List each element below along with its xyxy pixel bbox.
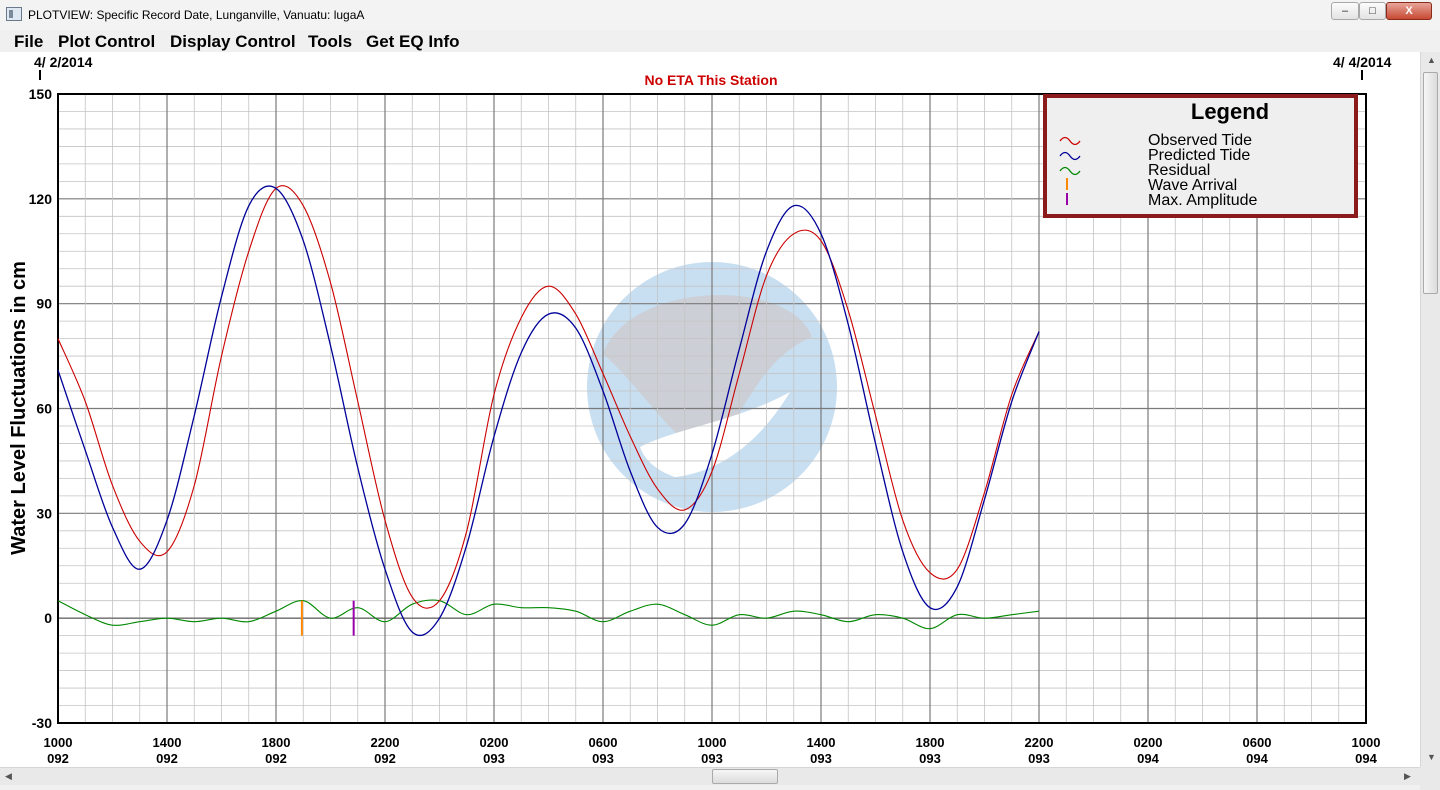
x-tick-time-label: 1400: [807, 735, 836, 750]
scroll-up-arrow-icon[interactable]: ▲: [1427, 55, 1436, 65]
y-axis-label: Water Level Fluctuations in cm: [8, 261, 30, 555]
x-tick-time-label: 2200: [1025, 735, 1054, 750]
menu-tools[interactable]: Tools: [308, 32, 352, 52]
x-tick-day-label: 093: [483, 751, 505, 766]
y-tick-label: 150: [29, 86, 53, 102]
x-axis-ticks: 1000092140009218000922200092020009306000…: [44, 735, 1381, 766]
x-tick-day-label: 094: [1246, 751, 1268, 766]
x-tick-day-label: 093: [810, 751, 832, 766]
y-axis-ticks: 150 120 90 60 30 0 -30: [29, 86, 53, 731]
x-tick-day-label: 094: [1137, 751, 1159, 766]
water-level-chart: 1501209060300-30 10000921400092180009222…: [8, 54, 1392, 766]
x-tick-time-label: 1400: [153, 735, 182, 750]
scrollbar-corner: [1420, 767, 1440, 790]
menu-plot-control[interactable]: Plot Control: [58, 32, 155, 52]
x-tick-day-label: 093: [592, 751, 614, 766]
app-icon: [6, 7, 22, 21]
x-tick-time-label: 0200: [1134, 735, 1163, 750]
menu-file[interactable]: File: [14, 32, 43, 52]
x-tick-time-label: 1000: [698, 735, 727, 750]
x-tick-day-label: 092: [374, 751, 396, 766]
x-tick-time-label: 1800: [262, 735, 291, 750]
scroll-left-arrow-icon[interactable]: ◀: [5, 771, 12, 782]
horizontal-scroll-thumb[interactable]: [712, 769, 778, 784]
y-tick-label: -30: [32, 715, 52, 731]
minimize-icon: –: [1341, 5, 1349, 17]
y-tick-label: 60: [36, 401, 52, 417]
close-icon: X: [1405, 5, 1413, 17]
x-tick-day-label: 092: [47, 751, 69, 766]
scroll-right-arrow-icon[interactable]: ▶: [1404, 771, 1411, 782]
x-tick-time-label: 1000: [44, 735, 73, 750]
x-tick-time-label: 0200: [480, 735, 509, 750]
x-tick-time-label: 2200: [371, 735, 400, 750]
x-tick-day-label: 093: [701, 751, 723, 766]
window-bottom-edge: [0, 785, 1420, 790]
menu-display-control[interactable]: Display Control: [170, 32, 296, 52]
maximize-button[interactable]: □: [1359, 2, 1386, 20]
plot-canvas: 150 120 90 60 30 0 -30 1000 092 1400 092 1800 092 22…: [0, 52, 1420, 767]
vertical-scrollbar[interactable]: ▲ ▼: [1420, 52, 1440, 767]
window-title: PLOTVIEW: Specific Record Date, Lunganvi…: [28, 8, 365, 22]
x-tick-time-label: 0600: [589, 735, 618, 750]
y-tick-label: 90: [36, 296, 52, 312]
x-tick-day-label: 092: [265, 751, 287, 766]
x-tick-time-label: 1000: [1352, 735, 1381, 750]
title-bar: PLOTVIEW: Specific Record Date, Lunganvi…: [0, 0, 1440, 31]
legend-title: Legend: [1191, 99, 1269, 124]
y-tick-label: 120: [29, 191, 53, 207]
scroll-down-arrow-icon[interactable]: ▼: [1427, 752, 1436, 762]
horizontal-scrollbar[interactable]: ◀ ▶: [0, 767, 1420, 785]
close-button[interactable]: X: [1386, 2, 1432, 20]
maximize-icon: □: [1369, 5, 1376, 17]
y-tick-label: 0: [44, 610, 52, 626]
y-tick-label: 30: [36, 505, 52, 521]
x-tick-day-label: 094: [1355, 751, 1377, 766]
menu-get-eq-info[interactable]: Get EQ Info: [366, 32, 460, 52]
x-tick-time-label: 0600: [1243, 735, 1272, 750]
legend-label-max-amplitude: Max. Amplitude: [1148, 192, 1257, 209]
x-tick-time-label: 1800: [916, 735, 945, 750]
eta-status-text: No ETA This Station: [645, 72, 778, 88]
x-tick-day-label: 092: [156, 751, 178, 766]
minimize-button[interactable]: –: [1331, 2, 1359, 20]
x-tick-day-label: 093: [1028, 751, 1050, 766]
end-date-label: 4/ 4/2014: [1333, 54, 1392, 70]
start-date-label: 4/ 2/2014: [34, 54, 93, 70]
menu-bar: File Plot Control Display Control Tools …: [0, 30, 1440, 52]
x-tick-day-label: 093: [919, 751, 941, 766]
chart-legend: Legend Observed Tide Predicted Tide Resi…: [1043, 94, 1358, 218]
vertical-scroll-thumb[interactable]: [1423, 72, 1438, 294]
